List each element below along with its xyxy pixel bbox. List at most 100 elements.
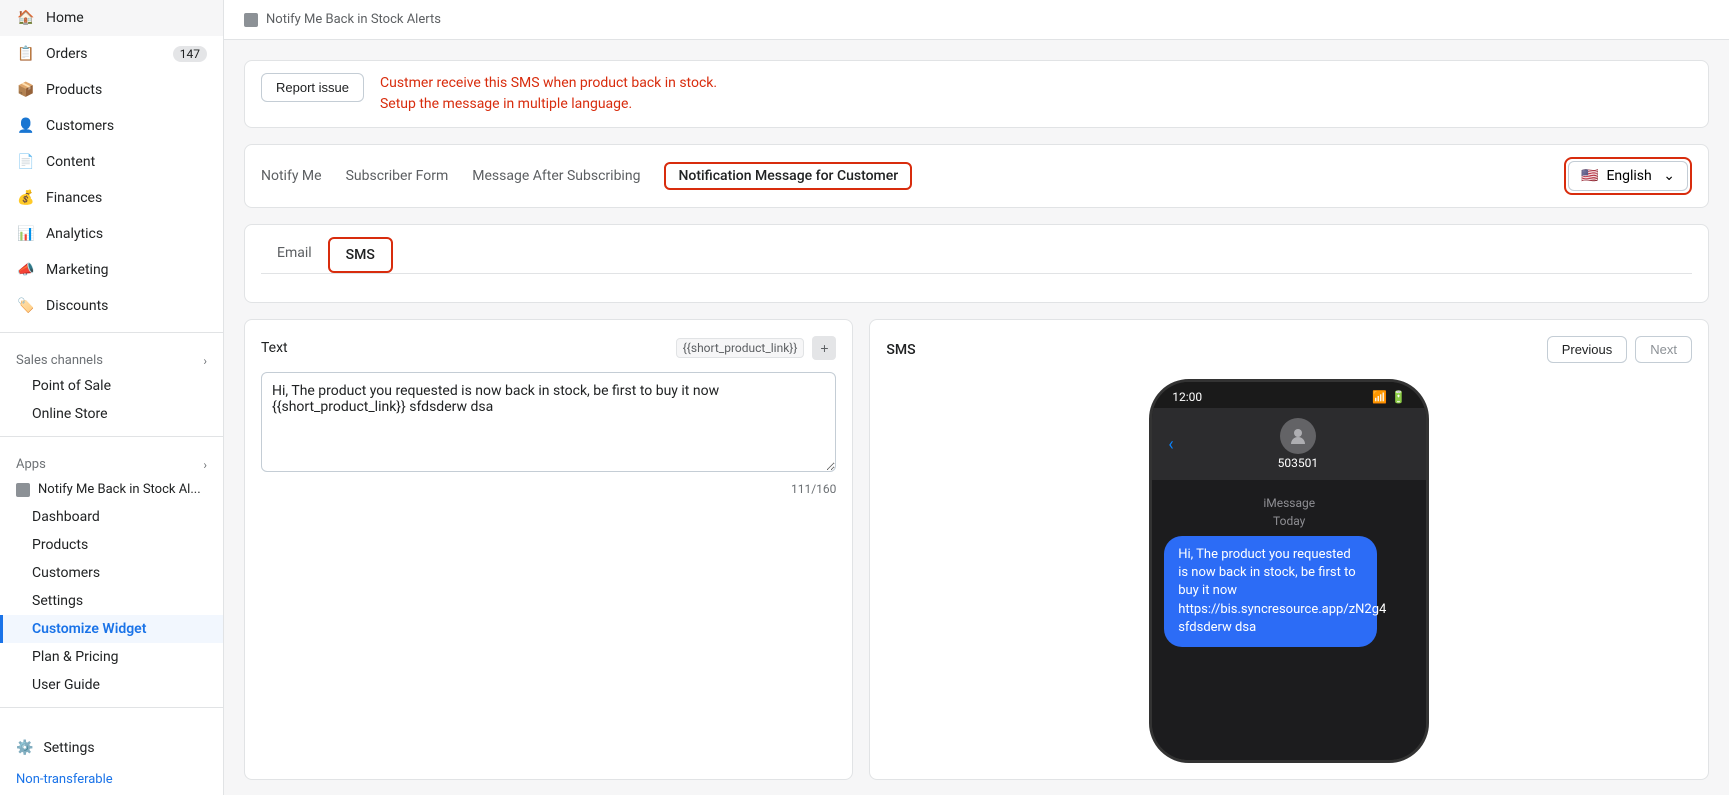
sidebar-item-products[interactable]: 📦 Products	[0, 72, 223, 108]
sidebar-non-transferable[interactable]: Non-transferable	[0, 764, 223, 795]
tab-email[interactable]: Email	[261, 237, 328, 273]
wifi-icon: 📶	[1372, 390, 1387, 404]
sms-panel: SMS Previous Next 12:00 📶 🔋	[869, 319, 1709, 780]
sidebar-item-discounts[interactable]: 🏷️ Discounts	[0, 288, 223, 324]
sidebar-sub-customize-widget[interactable]: Customize Widget	[0, 615, 223, 643]
app-icon	[16, 483, 30, 497]
sidebar-item-customers[interactable]: 👤 Customers	[0, 108, 223, 144]
sidebar-sub-dashboard[interactable]: Dashboard	[0, 503, 223, 531]
language-select[interactable]: 🇺🇸 English ⌄	[1568, 161, 1688, 191]
message-type-tabs: Email SMS	[261, 237, 1692, 274]
battery-icon: 🔋	[1391, 390, 1406, 404]
warning-text: Custmer receive this SMS when product ba…	[380, 73, 717, 115]
main-content: Notify Me Back in Stock Alerts Report is…	[224, 0, 1729, 795]
language-label: English	[1606, 168, 1651, 184]
sidebar-item-content[interactable]: 📄 Content	[0, 144, 223, 180]
sidebar-item-home[interactable]: 🏠 Home	[0, 0, 223, 36]
imessage-label: iMessage	[1164, 496, 1414, 510]
phone-status-bar: 12:00 📶 🔋	[1152, 382, 1426, 408]
contact-number: 503501	[1278, 456, 1318, 470]
contact-avatar	[1280, 418, 1316, 454]
apps-section: Apps ›	[0, 445, 223, 476]
nav-buttons: Previous Next	[1547, 336, 1692, 363]
tab-notify-me[interactable]: Notify Me	[261, 164, 322, 188]
content-icon: 📄	[16, 152, 36, 172]
message-bubble: Hi, The product you requested is now bac…	[1164, 536, 1377, 647]
sidebar-item-analytics[interactable]: 📊 Analytics	[0, 216, 223, 252]
sidebar-item-orders[interactable]: 📋 Orders 147	[0, 36, 223, 72]
sidebar-item-label: Discounts	[46, 298, 108, 314]
breadcrumb: Notify Me Back in Stock Alerts	[224, 0, 1729, 40]
sidebar-sub-products[interactable]: Products	[0, 531, 223, 559]
message-text-area[interactable]: Hi, The product you requested is now bac…	[261, 372, 836, 472]
tab-nav-left: Notify Me Subscriber Form Message After …	[261, 162, 912, 190]
chevron-down-icon: ⌄	[1663, 168, 1675, 184]
sidebar-item-label: Customers	[46, 118, 114, 134]
customers-icon: 👤	[16, 116, 36, 136]
chevron-right-icon: ›	[203, 354, 207, 368]
tab-message-after-subscribing[interactable]: Message After Subscribing	[472, 164, 640, 188]
text-label: Text	[261, 340, 288, 356]
phone-time: 12:00	[1172, 390, 1202, 404]
sidebar-item-label: Orders	[46, 46, 88, 62]
top-bar: Report issue Custmer receive this SMS wh…	[244, 60, 1709, 128]
sidebar-sub-settings[interactable]: Settings	[0, 587, 223, 615]
tab-navigation: Notify Me Subscriber Form Message After …	[244, 144, 1709, 208]
breadcrumb-icon	[244, 13, 258, 27]
sidebar-item-pos[interactable]: Point of Sale	[0, 372, 223, 400]
today-label: Today	[1164, 514, 1414, 528]
sidebar-item-online-store[interactable]: Online Store	[0, 400, 223, 428]
report-issue-button[interactable]: Report issue	[261, 73, 364, 102]
sidebar-item-label: Content	[46, 154, 95, 170]
sidebar-item-label: Home	[46, 10, 84, 26]
sidebar-sub-plan-pricing[interactable]: Plan & Pricing	[0, 643, 223, 671]
next-button[interactable]: Next	[1635, 336, 1692, 363]
flag-icon: 🇺🇸	[1581, 168, 1598, 184]
sidebar-item-label: Analytics	[46, 226, 103, 242]
breadcrumb-text: Notify Me Back in Stock Alerts	[266, 12, 441, 27]
orders-badge: 147	[173, 46, 207, 62]
add-tag-button[interactable]: +	[812, 336, 836, 360]
phone-status-icons: 📶 🔋	[1372, 390, 1406, 404]
sidebar-item-label: Marketing	[46, 262, 109, 278]
text-panel-header: Text {{short_product_link}} +	[261, 336, 836, 360]
phone-mockup: 12:00 📶 🔋 ‹	[1149, 379, 1429, 763]
marketing-icon: 📣	[16, 260, 36, 280]
message-type-tabs-container: Email SMS	[244, 224, 1709, 303]
contact-header: ‹ 503501	[1152, 408, 1426, 480]
warning-line1: Custmer receive this SMS when product ba…	[380, 73, 717, 94]
home-icon: 🏠	[16, 8, 36, 28]
char-count: 111/160	[261, 482, 836, 496]
warning-line2: Setup the message in multiple language.	[380, 94, 717, 115]
sidebar: 🏠 Home 📋 Orders 147 📦 Products 👤 Custome…	[0, 0, 224, 795]
tab-sms[interactable]: SMS	[328, 237, 393, 273]
messages-area: iMessage Today Hi, The product you reque…	[1152, 480, 1426, 760]
finances-icon: 💰	[16, 188, 36, 208]
sidebar-app-notify[interactable]: Notify Me Back in Stock Al...	[0, 476, 223, 503]
sidebar-item-marketing[interactable]: 📣 Marketing	[0, 252, 223, 288]
content-area: Report issue Custmer receive this SMS wh…	[224, 40, 1729, 795]
sidebar-item-finances[interactable]: 💰 Finances	[0, 180, 223, 216]
sidebar-sub-user-guide[interactable]: User Guide	[0, 671, 223, 699]
tab-subscriber-form[interactable]: Subscriber Form	[346, 164, 449, 188]
sidebar-nav: 🏠 Home 📋 Orders 147 📦 Products 👤 Custome…	[0, 0, 223, 324]
discounts-icon: 🏷️	[16, 296, 36, 316]
sms-panel-title: SMS	[886, 342, 915, 358]
analytics-icon: 📊	[16, 224, 36, 244]
sidebar-item-label: Products	[46, 82, 102, 98]
sales-channels-section: Sales channels ›	[0, 341, 223, 372]
sidebar-item-label: Finances	[46, 190, 102, 206]
chevron-right-icon: ›	[203, 458, 207, 472]
sms-panel-header: SMS Previous Next	[886, 336, 1692, 363]
sidebar-sub-customers[interactable]: Customers	[0, 559, 223, 587]
sidebar-settings[interactable]: ⚙️ Settings	[0, 732, 223, 764]
language-select-wrapper: 🇺🇸 English ⌄	[1564, 157, 1692, 195]
text-panel: Text {{short_product_link}} + Hi, The pr…	[244, 319, 853, 780]
previous-button[interactable]: Previous	[1547, 336, 1628, 363]
settings-icon: ⚙️	[16, 740, 33, 756]
tag-value: {{short_product_link}}	[676, 338, 805, 358]
back-arrow-icon[interactable]: ‹	[1168, 434, 1173, 455]
tab-notification-message[interactable]: Notification Message for Customer	[664, 162, 912, 190]
tag-area: {{short_product_link}} +	[676, 336, 837, 360]
panels: Text {{short_product_link}} + Hi, The pr…	[244, 319, 1709, 780]
